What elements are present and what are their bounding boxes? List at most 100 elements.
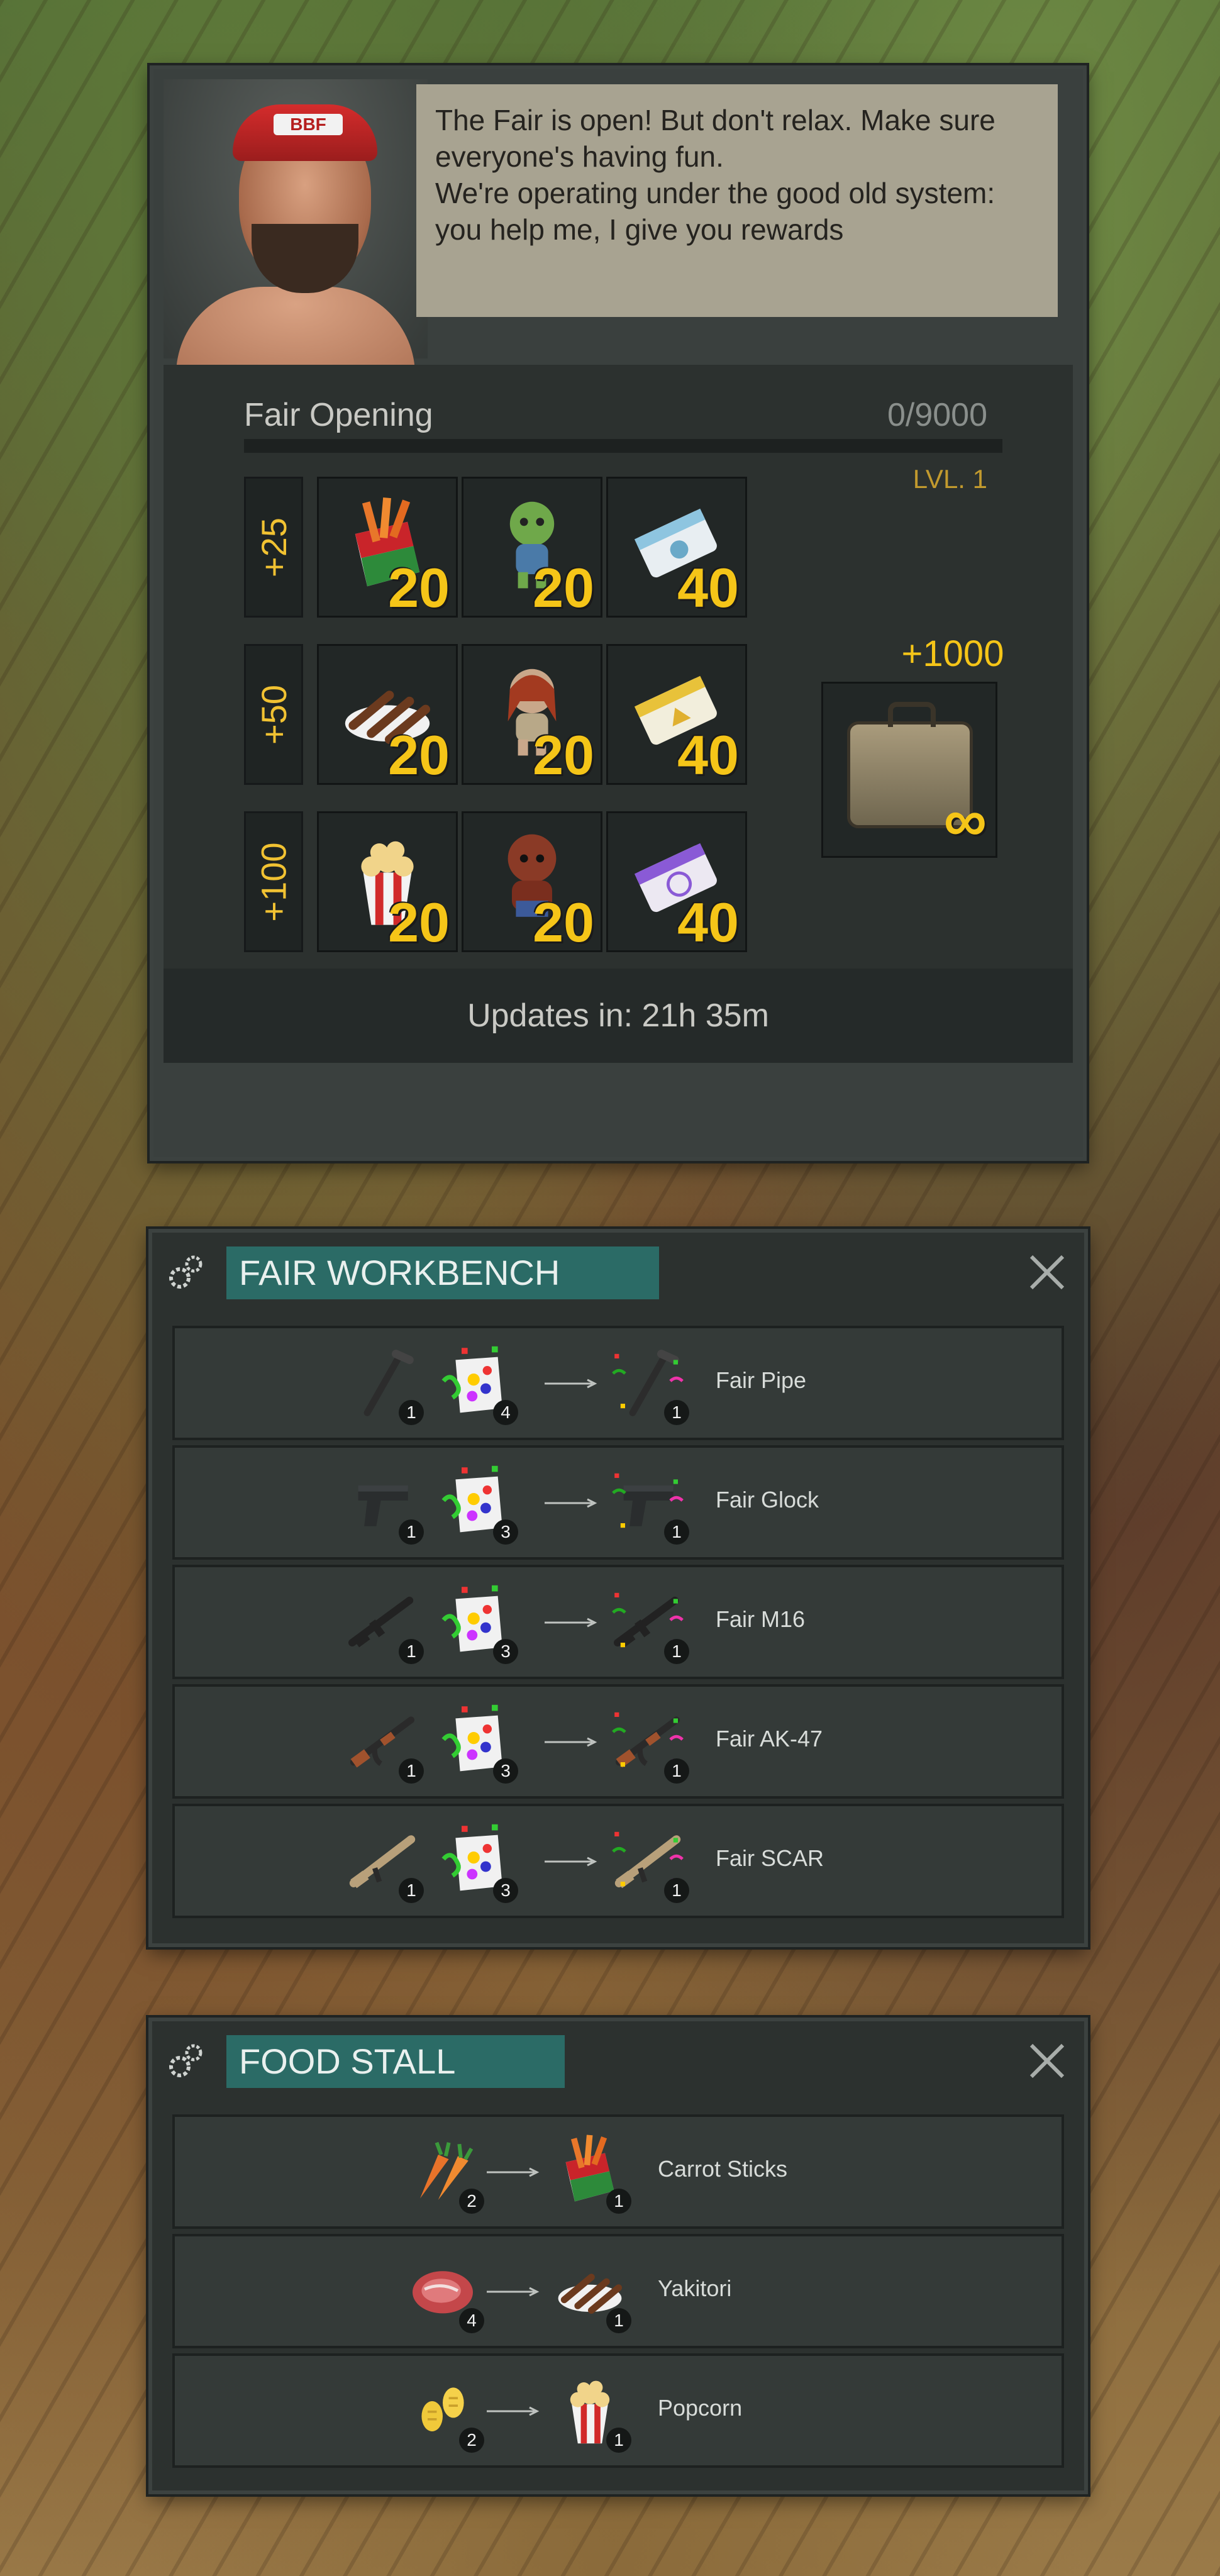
recipe-item: 2 [405,2371,484,2453]
recipe-item: 3 [439,1582,518,1664]
item-count-badge: 1 [606,2428,631,2453]
progress-title: Fair Opening [244,397,433,433]
item-count-badge: 3 [493,1519,518,1545]
recipe-row[interactable]: 1 3 1 Fair M16 [172,1565,1064,1679]
recipe-item: 1 [345,1821,424,1903]
reward-qty: 20 [388,557,450,618]
recipe-name: Yakitori [658,2275,732,2301]
npc-speech-bubble: The Fair is open! But don't relax. Make … [416,84,1058,317]
panel-title: FOOD STALL [226,2035,565,2088]
item-count-badge: 1 [399,1758,424,1784]
recipe-item: 4 [405,2251,484,2333]
reward-qty: 20 [533,557,594,618]
food-recipe-row[interactable]: 4 1 Yakitori [172,2234,1064,2348]
panel-header: FOOD STALL [152,2021,1084,2099]
arrow-right-icon [545,1737,597,1747]
reward-slot-carrot-sticks[interactable]: 20 [317,477,458,618]
item-count-badge: 1 [399,1519,424,1545]
item-count-badge: 3 [493,1639,518,1664]
gear-icon [169,2044,202,2077]
recipe-list: 2 1 Carrot Sticks 4 1 Yakitori 2 1 Popcorn [172,2114,1064,2473]
item-count-badge: 1 [664,1400,689,1425]
food-recipe-row[interactable]: 2 1 Carrot Sticks [172,2114,1064,2229]
recipe-row[interactable]: 1 4 1 Fair Pipe [172,1326,1064,1440]
update-timer: Updates in: 21h 35m [164,969,1073,1063]
reward-slot-yakitori[interactable]: 20 [317,644,458,785]
recipe-item: 1 [345,1343,424,1425]
item-count-badge: 1 [664,1878,689,1903]
panel-header: FAIR WORKBENCH [152,1233,1084,1311]
item-count-badge: 3 [493,1878,518,1903]
reward-qty: 20 [388,891,450,952]
reward-qty: 20 [533,891,594,952]
arrow-right-icon [487,2167,540,2177]
grand-reward-label: +1000 [901,633,1004,674]
reward-slot-blue-ticket[interactable]: 40 [606,477,747,618]
item-count-badge: 1 [399,1400,424,1425]
recipe-name: Fair SCAR [716,1845,824,1871]
recipe-item: 1 [345,1702,424,1784]
arrow-right-icon [545,1618,597,1628]
arrow-right-icon [487,2287,540,2297]
grand-reward-qty: ∞ [943,787,987,854]
reward-slot-red-hair-zombie-doll[interactable]: 20 [462,644,602,785]
recipe-item: 1 [345,1582,424,1664]
fair-rewards-body: Fair Opening 0/9000 LVL. 1 +25 20 20 40 … [164,365,1073,1063]
item-count-badge: 2 [459,2428,484,2453]
item-count-badge: 1 [399,1639,424,1664]
npc-portrait: BBF [164,79,428,375]
recipe-row[interactable]: 1 3 1 Fair SCAR [172,1804,1064,1918]
reward-slot-green-zombie-doll[interactable]: 20 [462,477,602,618]
tier-label: +50 [244,644,303,785]
item-count-badge: 4 [459,2308,484,2333]
recipe-name: Popcorn [658,2395,743,2421]
gear-icon [169,1255,202,1289]
recipe-item: 1 [610,1463,689,1545]
reward-qty: 40 [677,557,739,618]
recipe-item: 1 [345,1463,424,1545]
cap-logo: BBF [274,114,343,135]
item-count-badge: 1 [606,2189,631,2214]
recipe-row[interactable]: 1 3 1 Fair Glock [172,1445,1064,1560]
reward-qty: 20 [533,724,594,785]
recipe-item: 3 [439,1463,518,1545]
item-count-badge: 1 [664,1758,689,1784]
tier-label: +25 [244,477,303,618]
recipe-list: 1 4 1 Fair Pipe 1 3 1 Fair Glock 1 3 1 Fair M16 1… [172,1326,1064,1923]
tier-label: +100 [244,811,303,952]
recipe-item: 1 [552,2371,631,2453]
recipe-name: Fair Glock [716,1487,819,1513]
food-recipe-row[interactable]: 2 1 Popcorn [172,2353,1064,2468]
recipe-item: 4 [439,1343,518,1425]
item-count-badge: 4 [493,1400,518,1425]
speech-line: We're operating under the good old syste… [435,177,995,246]
item-count-badge: 1 [399,1878,424,1903]
item-count-badge: 1 [664,1519,689,1545]
recipe-name: Fair AK-47 [716,1726,823,1752]
recipe-item: 3 [439,1821,518,1903]
progress-count: 0/9000 [887,397,987,433]
close-icon[interactable] [1025,1250,1069,1294]
progress-bar [244,439,1002,453]
reward-slot-brown-zombie-doll[interactable]: 20 [462,811,602,952]
reward-slot-purple-ticket[interactable]: 40 [606,811,747,952]
item-count-badge: 3 [493,1758,518,1784]
arrow-right-icon [487,2406,540,2416]
reward-slot-yellow-ticket[interactable]: 40 [606,644,747,785]
item-count-badge: 1 [664,1639,689,1664]
grand-reward-slot[interactable]: ∞ [821,682,997,858]
fair-opening-panel: BBF The Fair is open! But don't relax. M… [150,65,1087,1161]
recipe-name: Carrot Sticks [658,2156,788,2182]
food-stall-panel: FOOD STALL 2 1 Carrot Sticks 4 1 Yakitori 2 1… [148,2018,1088,2494]
item-count-badge: 2 [459,2189,484,2214]
reward-slot-popcorn[interactable]: 20 [317,811,458,952]
recipe-name: Fair Pipe [716,1367,807,1393]
arrow-right-icon [545,1498,597,1508]
recipe-item: 2 [405,2132,484,2214]
recipe-row[interactable]: 1 3 1 Fair AK-47 [172,1684,1064,1799]
level-label: LVL. 1 [912,464,987,494]
recipe-item: 1 [610,1702,689,1784]
arrow-right-icon [545,1379,597,1389]
close-icon[interactable] [1025,2039,1069,2083]
recipe-item: 1 [552,2132,631,2214]
